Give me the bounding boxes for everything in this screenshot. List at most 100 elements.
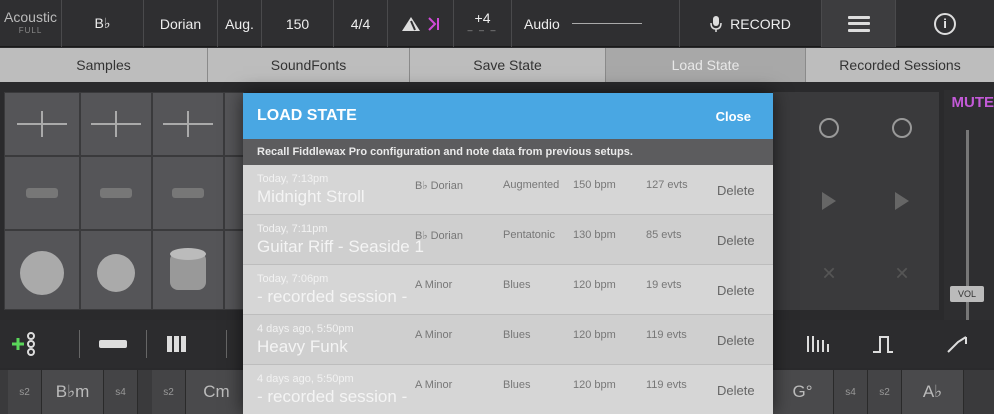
tab-load-state[interactable]: Load State [606,48,806,82]
tab-samples[interactable]: Samples [0,48,208,82]
instrument-label: Acoustic [4,8,57,25]
microphone-icon [710,15,722,32]
metronome-control[interactable] [388,0,454,47]
saved-scale: Blues [503,279,531,291]
chord-suffix-key[interactable]: s4 [104,370,138,414]
tempo-field[interactable]: 150 [262,0,334,47]
info-button[interactable]: i [896,0,994,47]
key-selector[interactable]: B♭ [62,0,144,47]
volume-handle[interactable]: VOL [950,286,984,302]
pad-partial-3[interactable] [224,230,244,310]
pad-tom-2[interactable] [80,230,152,310]
curve-mode-button[interactable] [940,328,974,360]
audio-slider[interactable] [571,23,642,24]
chord-key-ab[interactable]: A♭ [902,370,964,414]
pad-drum-3[interactable] [152,156,224,230]
add-instrument-button[interactable] [10,328,40,360]
circle-icon [819,118,839,138]
pad-record-1[interactable] [793,92,865,164]
info-icon: i [934,12,956,35]
add-icon [12,332,35,356]
pad-view-button[interactable] [96,328,130,360]
keyboard-view-button[interactable] [162,328,192,360]
cymbal-icon [17,111,67,137]
pad-right-partial-1[interactable] [773,92,793,164]
saved-state-row[interactable]: 4 days ago, 5:50pm Heavy Funk A Minor Bl… [243,315,773,365]
tom-drum-icon [97,254,135,292]
record-button[interactable]: RECORD [680,0,822,47]
time-signature-selector[interactable]: 4/4 [334,0,388,47]
piano-roll-icon [807,336,829,352]
pad-cymbal-1[interactable] [4,92,80,156]
dialog-title: LOAD STATE [257,107,357,124]
chord-suffix-key[interactable]: s2 [868,370,902,414]
saved-bpm: 150 bpm [573,179,616,191]
saved-scale: Augmented [503,179,560,191]
saved-key: A Minor [415,329,453,341]
pad-partial-1[interactable] [224,92,244,156]
skip-next-icon [427,16,439,31]
delete-button[interactable]: Delete [717,383,755,398]
audio-volume[interactable]: Audio [512,0,680,47]
menu-button[interactable] [822,0,896,47]
separator [146,330,147,358]
separator [226,330,227,358]
close-button[interactable]: Close [716,109,751,124]
snare-drum-icon [172,188,204,198]
saved-name: Guitar Riff - Seaside 1 [257,237,424,256]
mute-button[interactable]: MUTE [952,94,994,111]
saved-time: Today, 7:11pm [257,223,328,235]
pad-right-partial-2[interactable] [773,164,793,238]
saved-state-row[interactable]: Today, 7:11pm Guitar Riff - Seaside 1 B♭… [243,215,773,265]
saved-name: - recorded session - [257,287,408,306]
ramp-icon [947,336,967,353]
pad-right-partial-3[interactable] [773,238,793,310]
saved-state-row[interactable]: Today, 7:06pm - recorded session - A Min… [243,265,773,315]
chord-key-cm[interactable]: Cm [186,370,248,414]
cymbal-icon [163,111,213,137]
chord-suffix-key[interactable]: s2 [8,370,42,414]
chord-key-bbm[interactable]: B♭m [42,370,104,414]
gate-mode-button[interactable] [866,328,900,360]
pad-partial-2[interactable] [224,156,244,230]
tab-save-state[interactable]: Save State [410,48,606,82]
chord-type-selector[interactable]: Aug. [218,0,262,47]
chord-suffix-key[interactable]: s2 [152,370,186,414]
pad-tom-1[interactable] [4,230,80,310]
chord-key-gdim[interactable]: G° [772,370,834,414]
transpose-control[interactable]: +4 – – – [454,0,512,47]
pad-play-2[interactable] [865,164,939,238]
snare-drum-icon [26,188,58,198]
pad-clear-1[interactable]: ✕ [793,238,865,310]
pad-drum-1[interactable] [4,156,80,230]
pad-tom-3[interactable] [152,230,224,310]
pad-clear-2[interactable]: ✕ [865,238,939,310]
delete-button[interactable]: Delete [717,183,755,198]
pad-play-1[interactable] [793,164,865,238]
tab-recorded-sessions[interactable]: Recorded Sessions [806,48,994,82]
pad-drum-2[interactable] [80,156,152,230]
hamburger-icon [847,15,870,32]
instrument-selector[interactable]: Acoustic FULL [0,0,62,47]
mode-selector[interactable]: Dorian [144,0,218,47]
saved-scale: Pentatonic [503,229,555,241]
saved-time: 4 days ago, 5:50pm [257,373,354,385]
piano-roll-button[interactable] [800,328,836,360]
saved-scale: Blues [503,329,531,341]
chord-suffix-key[interactable]: s4 [834,370,868,414]
delete-button[interactable]: Delete [717,233,755,248]
transpose-indicator: – – – [467,24,498,35]
saved-events: 19 evts [646,279,682,291]
saved-bpm: 130 bpm [573,229,616,241]
tab-soundfonts[interactable]: SoundFonts [208,48,410,82]
pad-record-2[interactable] [865,92,939,164]
saved-bpm: 120 bpm [573,379,616,391]
saved-state-row[interactable]: 4 days ago, 5:50pm - recorded session - … [243,365,773,414]
saved-state-row[interactable]: Today, 7:13pm Midnight Stroll B♭ Dorian … [243,165,773,215]
saved-key: B♭ Dorian [415,230,463,242]
audio-label: Audio [524,15,560,32]
pad-cymbal-2[interactable] [80,92,152,156]
pad-cymbal-3[interactable] [152,92,224,156]
delete-button[interactable]: Delete [717,333,755,348]
delete-button[interactable]: Delete [717,283,755,298]
